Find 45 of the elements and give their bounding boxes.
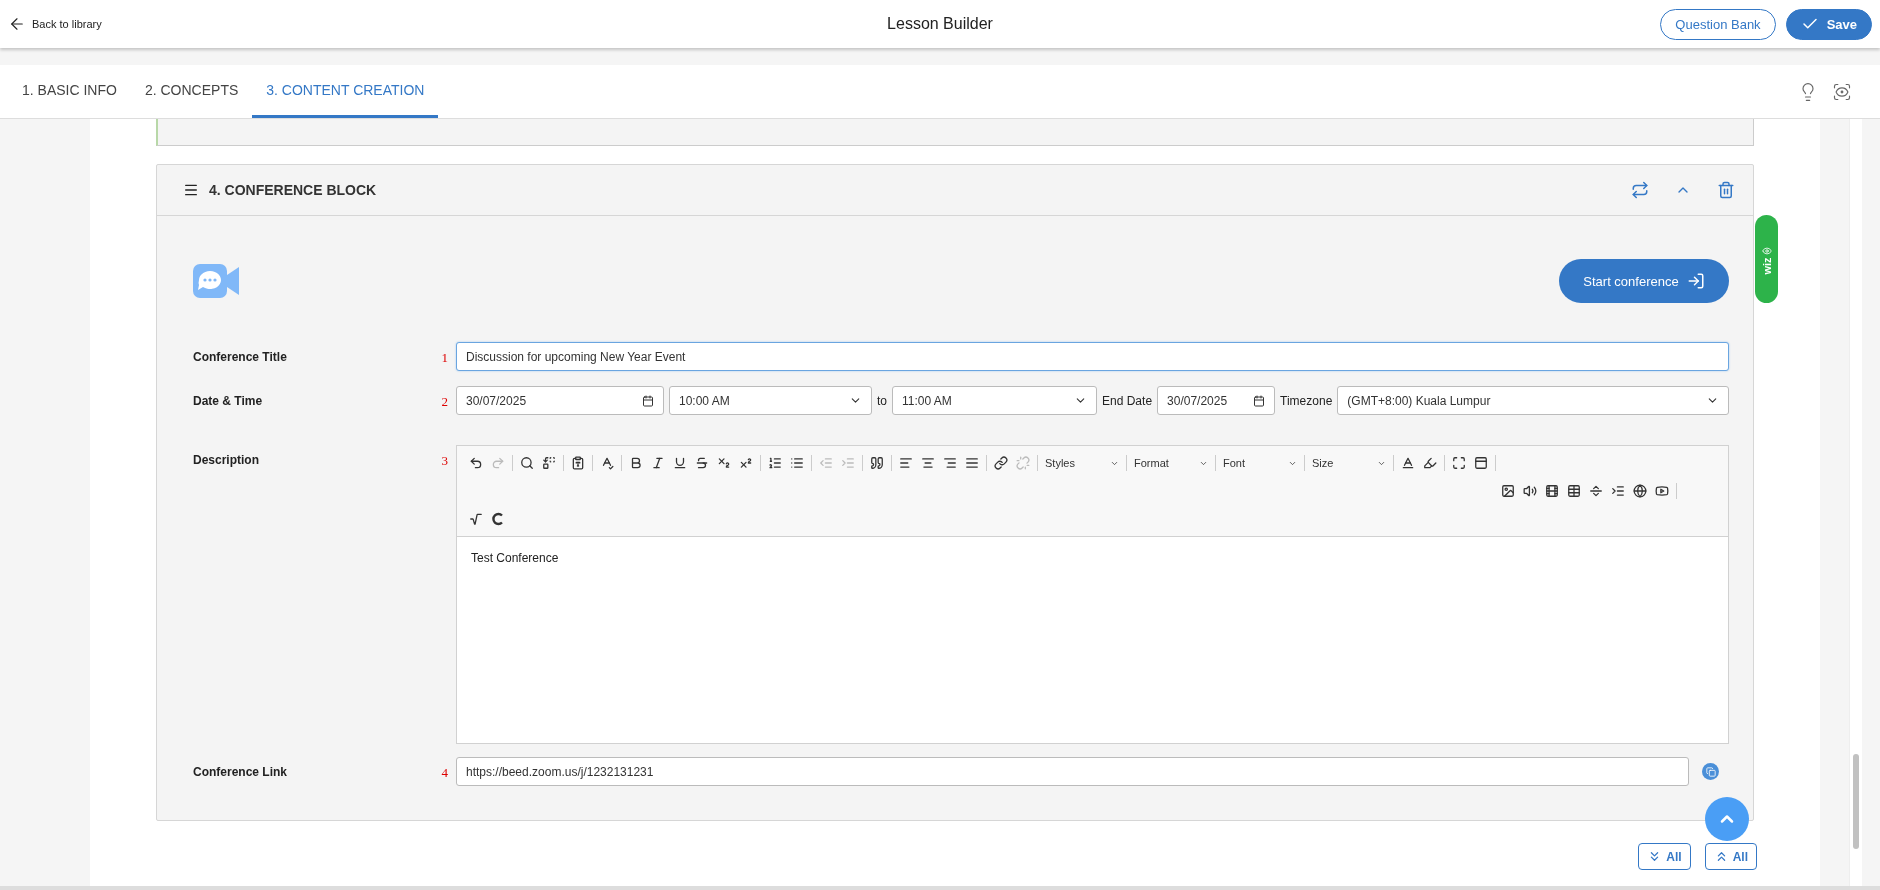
enter-icon <box>1686 272 1705 290</box>
repeat-icon[interactable] <box>1631 181 1649 199</box>
question-bank-button[interactable]: Question Bank <box>1660 8 1776 40</box>
timezone-select[interactable]: (GMT+8:00) Kuala Lumpur <box>1337 386 1729 415</box>
delete-icon[interactable] <box>1717 181 1735 199</box>
field-label: Description <box>193 452 260 467</box>
block-title: 4. CONFERENCE BLOCK <box>209 182 377 198</box>
back-link[interactable]: Back to library <box>8 15 102 33</box>
editor-text: Test Conference <box>471 551 559 565</box>
toolbar-dropdown[interactable]: Styles <box>1041 457 1123 469</box>
number-marker: 3 <box>440 452 448 469</box>
time-select[interactable]: 10:00 AM <box>669 386 872 415</box>
date-input[interactable]: 30/07/2025 <box>456 386 664 415</box>
calendar-icon <box>1253 394 1266 407</box>
step-tab[interactable]: 2. CONCEPTS <box>130 65 253 118</box>
field-label: Conference Title <box>193 349 288 364</box>
copy-icon[interactable] <box>1702 763 1719 780</box>
scrollbar[interactable] <box>1849 119 1862 886</box>
page-title: Lesson Builder <box>887 15 993 33</box>
time-select[interactable]: 11:00 AM <box>892 386 1097 415</box>
rich-text-editor[interactable]: Styles Format Font Size Test Conference <box>456 445 1729 744</box>
eye-icon <box>1761 246 1772 256</box>
toolbar-dropdown[interactable]: Font <box>1219 457 1301 469</box>
calendar-icon <box>642 394 654 407</box>
timezone-label: Timezone <box>1280 393 1333 408</box>
field-label: Conference Link <box>193 764 289 779</box>
number-marker: 2 <box>440 393 448 410</box>
field-label: Date & Time <box>193 393 264 408</box>
number-marker: 4 <box>440 764 448 781</box>
toolbar-dropdown[interactable]: Size <box>1308 457 1390 469</box>
toolbar-dropdown[interactable]: Format <box>1130 457 1212 469</box>
preview-icon[interactable] <box>1832 81 1852 102</box>
collapse-all-button[interactable]: All <box>1704 843 1757 870</box>
link-input[interactable]: https://beed.zoom.us/j/1232131231 <box>456 757 1689 786</box>
video-chat-icon <box>193 262 239 300</box>
menu-icon[interactable] <box>183 182 199 198</box>
date-input[interactable]: 30/07/2025 <box>1157 386 1276 415</box>
start-conference-button[interactable]: Start conference <box>1559 259 1729 303</box>
end-date-label: End Date <box>1102 393 1153 408</box>
step-tab[interactable]: 1. BASIC INFO <box>8 65 131 118</box>
expand-all-button[interactable]: All <box>1638 843 1691 870</box>
to-label: to <box>877 393 887 408</box>
title-input[interactable]: Discussion for upcoming New Year Event <box>456 342 1729 371</box>
save-button[interactable]: Save <box>1785 8 1872 40</box>
number-marker: 1 <box>440 349 448 366</box>
